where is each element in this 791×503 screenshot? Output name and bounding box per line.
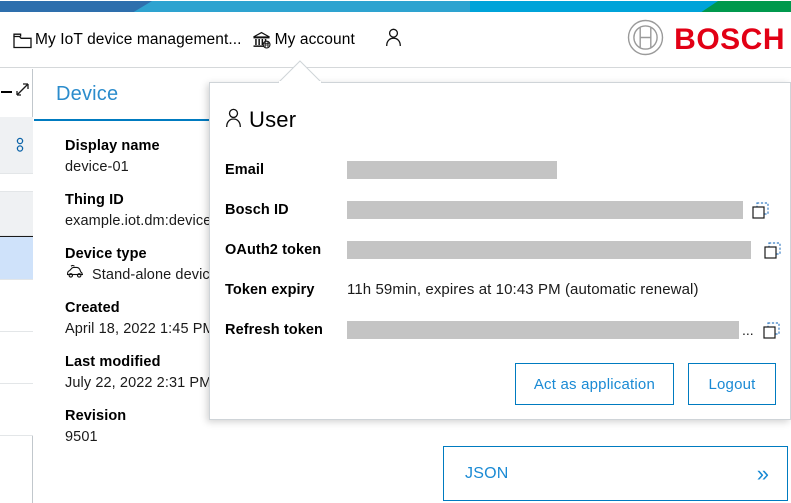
bosch-emblem-icon — [627, 19, 664, 61]
field-value: Stand-alone device — [92, 267, 218, 283]
tab-device[interactable]: Device — [56, 83, 118, 106]
user-popover: User Email Bosch ID OAuth2 token Token e… — [209, 82, 791, 420]
redacted-value — [347, 241, 751, 259]
popover-row-email: Email — [225, 161, 791, 179]
user-menu-button[interactable] — [377, 12, 410, 68]
app-header: My IoT device management... My account B… — [0, 12, 791, 68]
popover-title-text: User — [249, 107, 297, 132]
bosch-logo: BOSCH — [627, 19, 785, 61]
breadcrumb: My IoT device management... My account — [12, 12, 410, 68]
person-icon — [225, 108, 242, 133]
list-item-selected[interactable] — [0, 236, 33, 280]
list-item[interactable] — [0, 192, 33, 236]
nav-label: My account — [274, 31, 355, 48]
logout-button[interactable]: Logout — [688, 363, 776, 405]
rail-window-controls — [0, 75, 33, 109]
popover-title: User — [225, 107, 296, 133]
expand-diagonal-icon[interactable] — [14, 81, 31, 103]
list-item[interactable] — [0, 384, 33, 436]
vehicle-icon — [65, 264, 85, 286]
row-label: Refresh token — [225, 322, 323, 338]
redacted-value — [347, 201, 743, 219]
nav-label: My IoT device management... — [35, 31, 242, 48]
list-item[interactable] — [0, 117, 33, 174]
list-item[interactable] — [0, 332, 33, 384]
folder-icon — [12, 30, 32, 50]
redacted-value — [347, 321, 739, 339]
redacted-value — [347, 161, 557, 179]
app-root: My IoT device management... My account B… — [0, 0, 791, 503]
field-value: 9501 — [65, 429, 98, 445]
row-label: Email — [225, 162, 265, 178]
truncation-ellipsis: ... — [742, 322, 754, 338]
popover-row-bosch-id: Bosch ID — [225, 201, 791, 219]
copy-icon[interactable] — [763, 321, 780, 339]
row-label: Token expiry — [225, 281, 315, 298]
copy-icon[interactable] — [764, 241, 781, 259]
popover-row-refresh-token: Refresh token ... — [225, 321, 791, 339]
bank-icon — [252, 30, 272, 50]
popover-row-token-expiry: Token expiry 11h 59min, expires at 10:43… — [225, 281, 791, 298]
list-item[interactable] — [0, 280, 33, 332]
double-chevron-right-icon: » — [756, 460, 769, 486]
list-item[interactable] — [0, 174, 33, 192]
rail-row-list — [0, 117, 33, 436]
settings-icon — [0, 117, 33, 173]
row-value: 11h 59min, expires at 10:43 PM (automati… — [347, 281, 699, 298]
left-rail — [0, 69, 33, 503]
row-label: OAuth2 token — [225, 242, 322, 258]
popover-actions: Act as application Logout — [514, 363, 776, 405]
popover-row-oauth2-token: OAuth2 token — [225, 241, 791, 259]
bosch-wordmark: BOSCH — [674, 22, 785, 56]
popover-pointer — [277, 60, 323, 84]
json-expander-button[interactable]: JSON » — [443, 446, 788, 501]
nav-item-my-iot-device-management[interactable]: My IoT device management... — [12, 12, 252, 68]
act-as-application-button[interactable]: Act as application — [514, 363, 674, 405]
minimize-icon[interactable] — [1, 91, 12, 93]
person-icon — [385, 28, 402, 52]
row-label: Bosch ID — [225, 202, 289, 218]
brand-strip — [0, 0, 791, 13]
copy-icon[interactable] — [752, 201, 769, 219]
json-label: JSON — [465, 464, 509, 482]
